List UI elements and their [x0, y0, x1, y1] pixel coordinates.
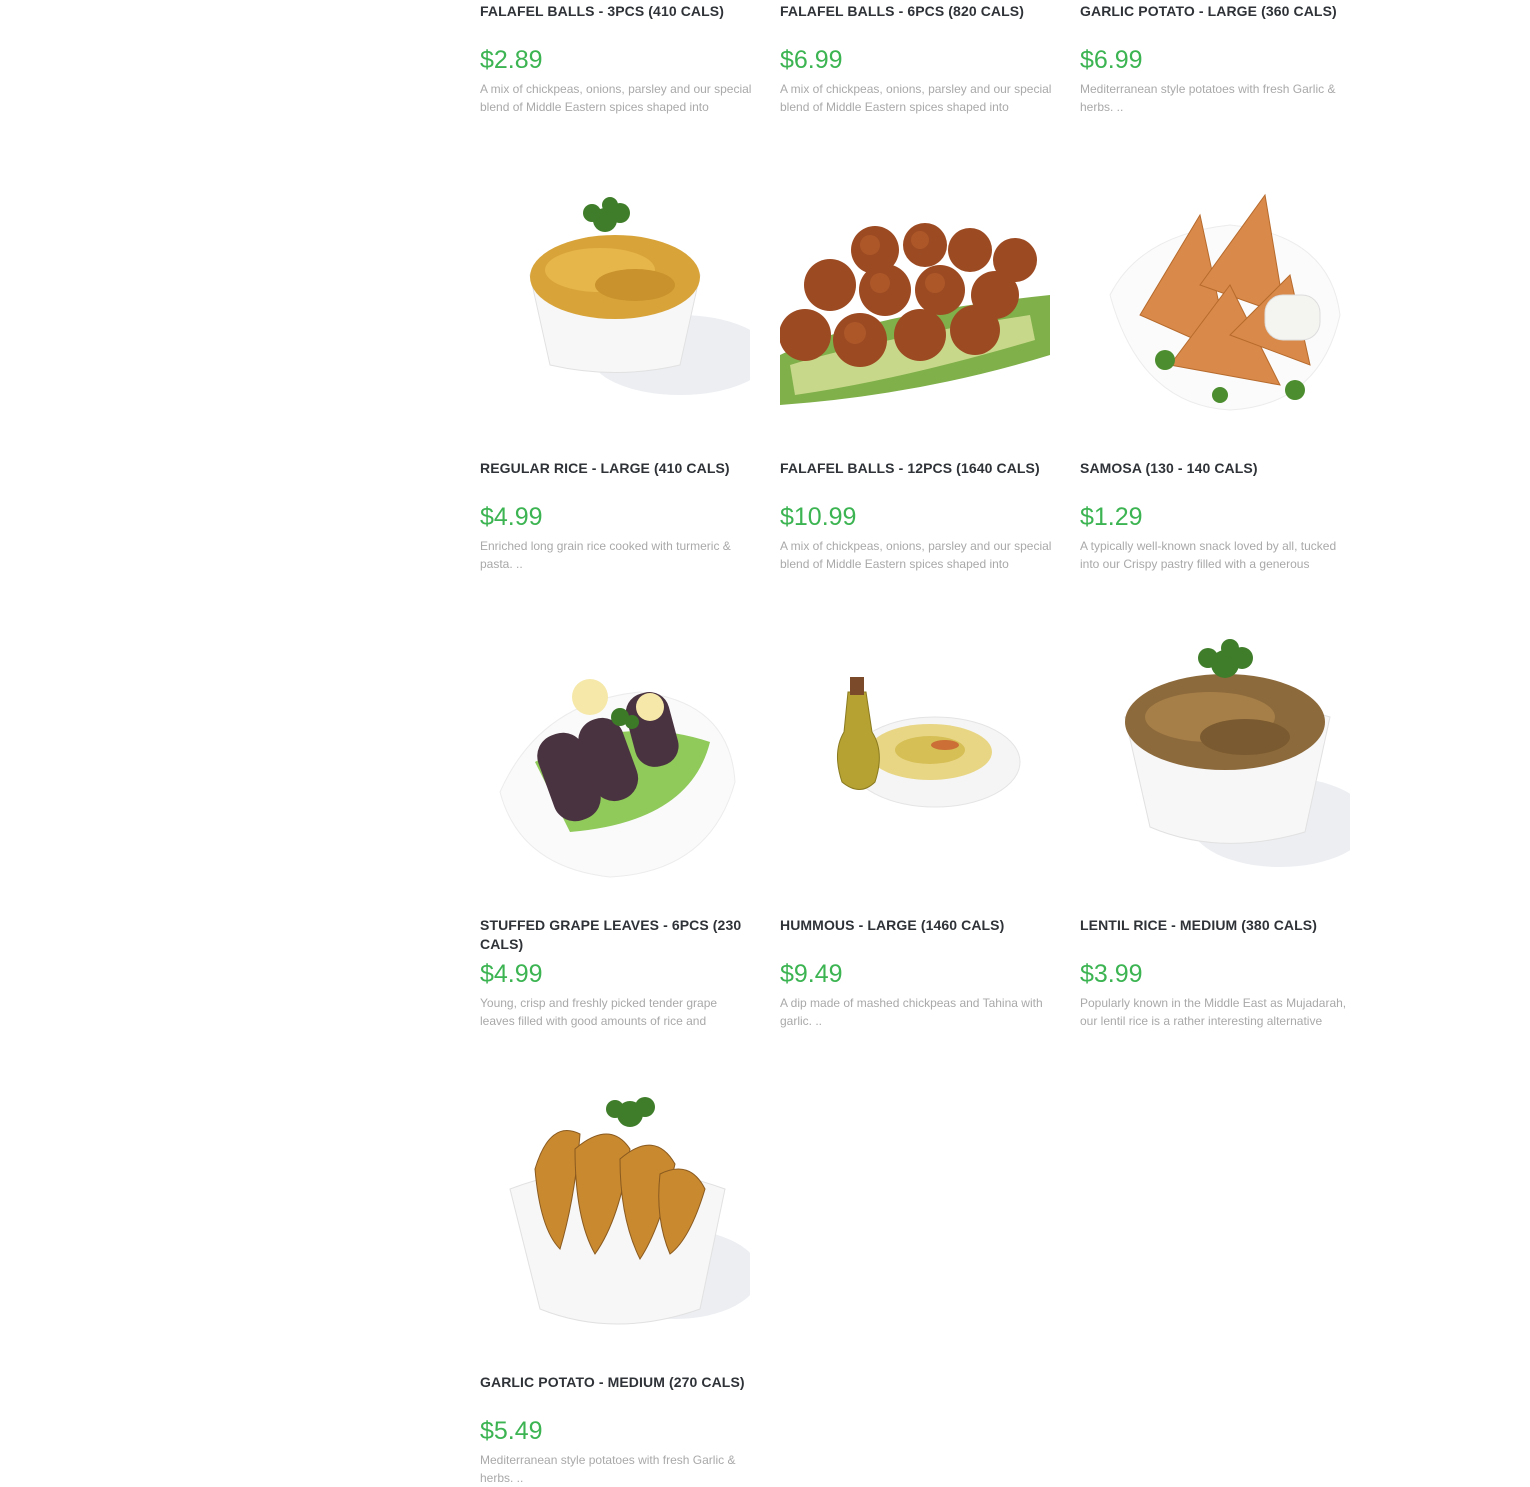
item-description: A mix of chickpeas, onions, parsley and …	[780, 539, 1052, 571]
item-price: $3.99	[1080, 960, 1143, 988]
item-title[interactable]: FALAFEL BALLS - 6PCS (820 CALS)	[780, 2, 1052, 21]
item-title[interactable]: SAMOSA (130 - 140 CALS)	[1080, 459, 1352, 478]
item-description: Mediterranean style potatoes with fresh …	[1080, 82, 1336, 114]
item-title[interactable]: STUFFED GRAPE LEAVES - 6PCS (230 CALS)	[480, 916, 752, 954]
item-description: Popularly known in the Middle East as Mu…	[1080, 996, 1347, 1028]
item-title[interactable]: LENTIL RICE - MEDIUM (380 CALS)	[1080, 916, 1352, 935]
item-description: A dip made of mashed chickpeas and Tahin…	[780, 996, 1043, 1028]
menu-item-card[interactable]: LENTIL RICE - MEDIUM (380 CALS) $3.99 Po…	[1080, 622, 1350, 1028]
item-title[interactable]: FALAFEL BALLS - 3PCS (410 CALS)	[480, 2, 752, 21]
item-price: $4.99	[480, 503, 543, 531]
item-price: $6.99	[780, 46, 843, 74]
menu-item-card[interactable]: SAMOSA (130 - 140 CALS) $1.29 A typicall…	[1080, 165, 1350, 571]
item-description: A typically well-known snack loved by al…	[1080, 539, 1337, 571]
menu-item-card[interactable]: REGULAR RICE - LARGE (410 CALS) $4.99 En…	[480, 165, 750, 571]
menu-item-card[interactable]: STUFFED GRAPE LEAVES - 6PCS (230 CALS) $…	[480, 622, 750, 1028]
rice-bowl-photo[interactable]	[480, 165, 750, 435]
menu-item-card[interactable]: GARLIC POTATO - MEDIUM (270 CALS) $5.49 …	[480, 1079, 750, 1485]
item-price: $1.29	[1080, 503, 1143, 531]
item-title[interactable]: GARLIC POTATO - MEDIUM (270 CALS)	[480, 1373, 752, 1392]
item-description: Enriched long grain rice cooked with tur…	[480, 539, 731, 571]
item-price: $6.99	[1080, 46, 1143, 74]
lentil-rice-photo[interactable]	[1080, 622, 1350, 892]
item-description: Young, crisp and freshly picked tender g…	[480, 996, 718, 1028]
hummous-photo[interactable]	[780, 622, 1050, 892]
item-title[interactable]: FALAFEL BALLS - 12PCS (1640 CALS)	[780, 459, 1052, 478]
samosa-photo[interactable]	[1080, 165, 1350, 435]
item-price: $5.49	[480, 1417, 543, 1445]
garlic-potato-photo[interactable]	[480, 1079, 750, 1349]
menu-item-card[interactable]: HUMMOUS - LARGE (1460 CALS) $9.49 A dip …	[780, 622, 1050, 1028]
item-description: A mix of chickpeas, onions, parsley and …	[480, 82, 752, 114]
menu-item-card[interactable]: FALAFEL BALLS - 12PCS (1640 CALS) $10.99…	[780, 165, 1051, 571]
item-description: Mediterranean style potatoes with fresh …	[480, 1453, 736, 1485]
item-price: $2.89	[480, 46, 543, 74]
item-title[interactable]: GARLIC POTATO - LARGE (360 CALS)	[1080, 2, 1352, 21]
item-price: $10.99	[780, 503, 857, 531]
item-price: $9.49	[780, 960, 843, 988]
item-price: $4.99	[480, 960, 543, 988]
item-title[interactable]: HUMMOUS - LARGE (1460 CALS)	[780, 916, 1052, 935]
grape-leaves-photo[interactable]	[480, 622, 750, 892]
falafel-photo[interactable]	[780, 165, 1050, 435]
item-title[interactable]: REGULAR RICE - LARGE (410 CALS)	[480, 459, 752, 478]
item-description: A mix of chickpeas, onions, parsley and …	[780, 82, 1052, 114]
